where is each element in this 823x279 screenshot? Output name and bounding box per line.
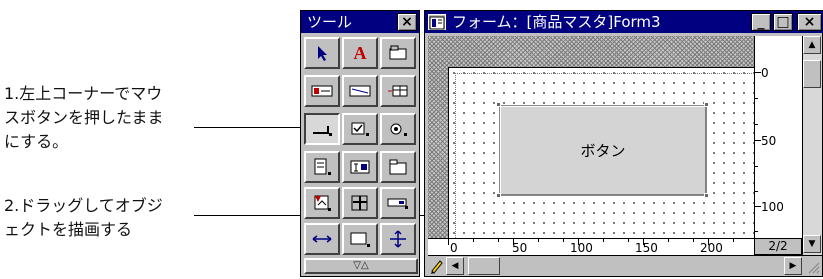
radio-tool-button[interactable] (380, 113, 416, 145)
horizontal-ruler: 0 50 100 150 200 (428, 238, 754, 255)
scroll-left-button[interactable]: ◀ (446, 257, 464, 275)
selection-handle-top-right[interactable] (704, 102, 709, 107)
text-tool-glyph: A (353, 42, 367, 63)
horizontal-scrollbar[interactable]: ◀ ▶ (428, 255, 822, 276)
scrollbar-tool-icon (387, 196, 409, 210)
step1-annotation: 1.左上コーナーでマウ スボタンを押したまま にする。 (4, 84, 164, 151)
label-tool-icon (311, 84, 333, 98)
checkbox-tool-button[interactable] (342, 113, 378, 145)
scrollbar-tool-button[interactable] (380, 187, 416, 219)
vertical-ruler: 0 50 100 (754, 36, 802, 238)
combo-tool-icon (349, 158, 371, 176)
text-tool-icon: A (354, 43, 367, 64)
text-tool-button[interactable]: A (342, 37, 378, 69)
scroll-up-button[interactable]: ▲ (803, 36, 821, 54)
scroll-thumb[interactable] (803, 60, 821, 88)
table-tool-button[interactable] (380, 75, 416, 107)
vruler-label: 50 (761, 134, 777, 148)
scroll-down-button[interactable]: ▼ (803, 235, 821, 253)
grid-tool-icon (350, 194, 370, 212)
resize-tool-button[interactable] (304, 223, 340, 255)
list-tool-button[interactable] (304, 151, 340, 183)
table-tool-icon (387, 84, 409, 98)
hscroll-thumb[interactable] (468, 257, 500, 275)
hruler-label: 150 (635, 241, 658, 255)
step1-leader-line (194, 127, 310, 128)
label-tool-button[interactable] (304, 75, 340, 107)
pointer-tool-button[interactable] (304, 37, 340, 69)
scroll-right-button[interactable]: ▶ (784, 257, 802, 275)
palette-expand-toggle[interactable]: ▽△ (304, 258, 418, 274)
button-tool-icon (311, 121, 333, 137)
tab-tool-button[interactable] (380, 151, 416, 183)
page-indicator[interactable]: 2/2 (754, 238, 802, 255)
line-tool-button[interactable] (342, 75, 378, 107)
maximize-button[interactable]: □ (773, 13, 793, 31)
rectangle-tool-icon (349, 230, 371, 248)
step2-annotation: 2.ドラッグしてオブジ ェクトを描画する (4, 196, 163, 239)
grid-tool-button[interactable] (342, 187, 378, 219)
radio-tool-icon (388, 121, 408, 137)
hruler-label: 200 (700, 241, 723, 255)
list-tool-icon (312, 157, 332, 177)
hruler-label: 100 (570, 241, 593, 255)
image-tool-icon (312, 193, 332, 213)
combo-tool-button[interactable] (342, 151, 378, 183)
hruler-label: 50 (512, 241, 528, 255)
form-button-object[interactable]: ボタン (499, 105, 707, 196)
form-button-label: ボタン (580, 142, 626, 160)
resize-grip-icon[interactable] (804, 257, 821, 275)
field-tool-button[interactable] (380, 37, 416, 69)
move-tool-icon (388, 229, 408, 249)
close-button[interactable]: × (797, 13, 822, 31)
minimize-button[interactable]: _ (751, 13, 771, 31)
pointer-tool-icon (313, 44, 331, 62)
selection-handle-bottom-left[interactable] (496, 193, 501, 198)
move-tool-button[interactable] (380, 223, 416, 255)
form-window-icon[interactable] (428, 14, 446, 30)
vertical-scrollbar[interactable]: ▲ ▼ (802, 36, 822, 255)
vruler-label: 0 (761, 66, 769, 80)
tab-tool-icon (388, 158, 408, 176)
vruler-label: 100 (761, 200, 784, 214)
checkbox-tool-icon (350, 121, 370, 137)
selection-handle-top-left[interactable] (496, 102, 501, 107)
palette-close-button[interactable]: × (397, 13, 417, 31)
image-tool-button[interactable] (304, 187, 340, 219)
selection-handle-bottom-right[interactable] (704, 193, 709, 198)
rectangle-tool-button[interactable] (342, 223, 378, 255)
pencil-icon[interactable] (429, 258, 445, 274)
hruler-label: 0 (450, 241, 458, 255)
resize-tool-icon (311, 232, 333, 246)
line-tool-icon (349, 84, 371, 98)
field-tool-icon (388, 45, 408, 61)
button-tool-button[interactable] (304, 113, 340, 145)
